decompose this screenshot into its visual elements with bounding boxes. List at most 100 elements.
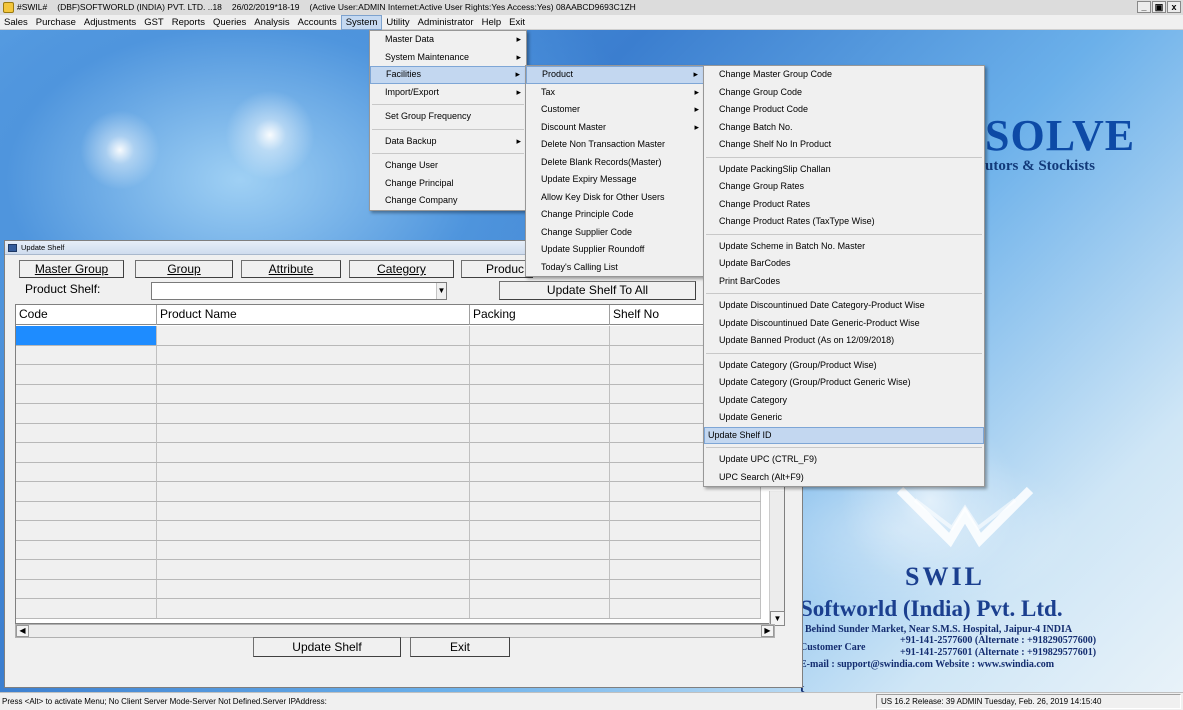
table-cell[interactable] xyxy=(470,423,610,443)
table-cell[interactable] xyxy=(157,443,470,462)
master-group-button[interactable]: Master Group xyxy=(19,260,124,278)
group-button[interactable]: Group xyxy=(135,260,233,278)
table-cell[interactable] xyxy=(470,482,610,501)
menu-item-delete-non-transaction[interactable]: Delete Non Transaction Master xyxy=(526,136,704,154)
menu-item-system-maintenance[interactable]: System Maintenance xyxy=(370,49,526,67)
table-cell[interactable] xyxy=(157,501,470,521)
table-row[interactable] xyxy=(16,462,761,482)
menu-item-change-user[interactable]: Change User xyxy=(370,157,526,175)
menu-sales[interactable]: Sales xyxy=(0,15,32,30)
menu-item-import-export[interactable]: Import/Export xyxy=(370,84,526,102)
attribute-button[interactable]: Attribute xyxy=(241,260,341,278)
table-row[interactable] xyxy=(16,560,761,580)
table-row[interactable] xyxy=(16,579,761,599)
table-row[interactable] xyxy=(16,365,761,385)
table-cell[interactable] xyxy=(16,443,157,462)
table-cell[interactable] xyxy=(470,365,610,384)
menu-item-change-shelf-no[interactable]: Change Shelf No In Product xyxy=(704,136,984,154)
table-cell[interactable] xyxy=(470,443,610,462)
table-cell[interactable] xyxy=(16,599,157,618)
menu-item-allow-key-disk[interactable]: Allow Key Disk for Other Users xyxy=(526,189,704,207)
table-row[interactable] xyxy=(16,443,761,463)
menu-item-update-shelf-id[interactable]: Update Shelf ID xyxy=(704,426,984,444)
table-row[interactable] xyxy=(16,599,761,619)
col-product-name[interactable]: Product Name xyxy=(157,305,470,325)
minimize-button[interactable]: _ xyxy=(1137,1,1151,13)
table-cell[interactable] xyxy=(157,404,470,423)
menu-item-delete-blank-records[interactable]: Delete Blank Records(Master) xyxy=(526,154,704,172)
menu-item-update-supplier-roundoff[interactable]: Update Supplier Roundoff xyxy=(526,241,704,259)
menu-item-change-product-code[interactable]: Change Product Code xyxy=(704,101,984,119)
table-row[interactable] xyxy=(16,384,761,404)
menu-item-change-principle-code[interactable]: Change Principle Code xyxy=(526,206,704,224)
menu-item-discontinued-generic[interactable]: Update Discountinued Date Generic-Produc… xyxy=(704,315,984,333)
menu-item-update-category-group-product[interactable]: Update Category (Group/Product Wise) xyxy=(704,357,984,375)
col-code[interactable]: Code xyxy=(16,305,157,325)
menu-utility[interactable]: Utility xyxy=(382,15,413,30)
table-cell[interactable] xyxy=(610,560,761,579)
vertical-scrollbar[interactable]: ▼ xyxy=(769,491,785,626)
table-cell[interactable] xyxy=(16,521,157,540)
menu-item-master-data[interactable]: Master Data xyxy=(370,31,526,49)
table-row[interactable] xyxy=(16,326,761,346)
table-cell[interactable] xyxy=(610,540,761,560)
table-cell[interactable] xyxy=(470,404,610,423)
menu-help[interactable]: Help xyxy=(478,15,506,30)
menu-item-set-group-frequency[interactable]: Set Group Frequency xyxy=(370,108,526,126)
table-row[interactable] xyxy=(16,423,761,443)
table-cell[interactable] xyxy=(16,462,157,482)
menu-item-tax[interactable]: Tax xyxy=(526,84,704,102)
col-packing[interactable]: Packing xyxy=(470,305,610,325)
table-row[interactable] xyxy=(16,404,761,424)
table-cell[interactable] xyxy=(470,521,610,540)
table-cell[interactable] xyxy=(157,423,470,443)
table-cell[interactable] xyxy=(16,365,157,384)
table-cell[interactable] xyxy=(16,482,157,501)
menu-system[interactable]: System xyxy=(340,15,383,30)
table-cell[interactable] xyxy=(157,540,470,560)
update-shelf-button[interactable]: Update Shelf xyxy=(253,637,401,657)
products-grid[interactable]: Code Product Name Packing Shelf No xyxy=(15,304,785,624)
menu-item-change-supplier-code[interactable]: Change Supplier Code xyxy=(526,224,704,242)
product-button[interactable]: Produc xyxy=(461,260,533,278)
table-row[interactable] xyxy=(16,540,761,560)
scroll-left-icon[interactable]: ◀ xyxy=(16,625,29,637)
menu-administrator[interactable]: Administrator xyxy=(414,15,478,30)
table-cell[interactable] xyxy=(16,560,157,579)
table-cell[interactable] xyxy=(157,462,470,482)
table-cell[interactable] xyxy=(157,345,470,365)
table-row[interactable] xyxy=(16,521,761,541)
table-cell[interactable] xyxy=(16,404,157,423)
table-cell[interactable] xyxy=(470,501,610,521)
table-cell[interactable] xyxy=(16,326,157,345)
menu-analysis[interactable]: Analysis xyxy=(250,15,293,30)
table-cell[interactable] xyxy=(470,579,610,599)
table-cell[interactable] xyxy=(470,326,610,345)
horizontal-scrollbar[interactable]: ◀ ▶ xyxy=(15,624,775,638)
menu-item-change-product-rates-taxtype[interactable]: Change Product Rates (TaxType Wise) xyxy=(704,213,984,231)
table-cell[interactable] xyxy=(16,501,157,521)
menu-adjustments[interactable]: Adjustments xyxy=(80,15,140,30)
table-cell[interactable] xyxy=(470,384,610,404)
table-cell[interactable] xyxy=(157,365,470,384)
table-cell[interactable] xyxy=(470,462,610,482)
menu-queries[interactable]: Queries xyxy=(209,15,250,30)
table-cell[interactable] xyxy=(157,560,470,579)
menu-item-product[interactable]: Product xyxy=(526,66,704,84)
menu-item-data-backup[interactable]: Data Backup xyxy=(370,133,526,151)
table-row[interactable] xyxy=(16,345,761,365)
menu-item-facilities[interactable]: Facilities xyxy=(370,66,526,84)
menu-item-change-batch-no[interactable]: Change Batch No. xyxy=(704,119,984,137)
table-cell[interactable] xyxy=(157,599,470,618)
table-cell[interactable] xyxy=(470,599,610,618)
close-button[interactable]: x xyxy=(1167,1,1181,13)
table-cell[interactable] xyxy=(16,579,157,599)
menu-accounts[interactable]: Accounts xyxy=(294,15,341,30)
menu-item-change-product-rates[interactable]: Change Product Rates xyxy=(704,196,984,214)
table-cell[interactable] xyxy=(157,521,470,540)
scroll-right-icon[interactable]: ▶ xyxy=(761,625,774,637)
table-cell[interactable] xyxy=(16,345,157,365)
table-cell[interactable] xyxy=(157,482,470,501)
menu-item-discount-master[interactable]: Discount Master xyxy=(526,119,704,137)
menu-item-update-scheme[interactable]: Update Scheme in Batch No. Master xyxy=(704,238,984,256)
